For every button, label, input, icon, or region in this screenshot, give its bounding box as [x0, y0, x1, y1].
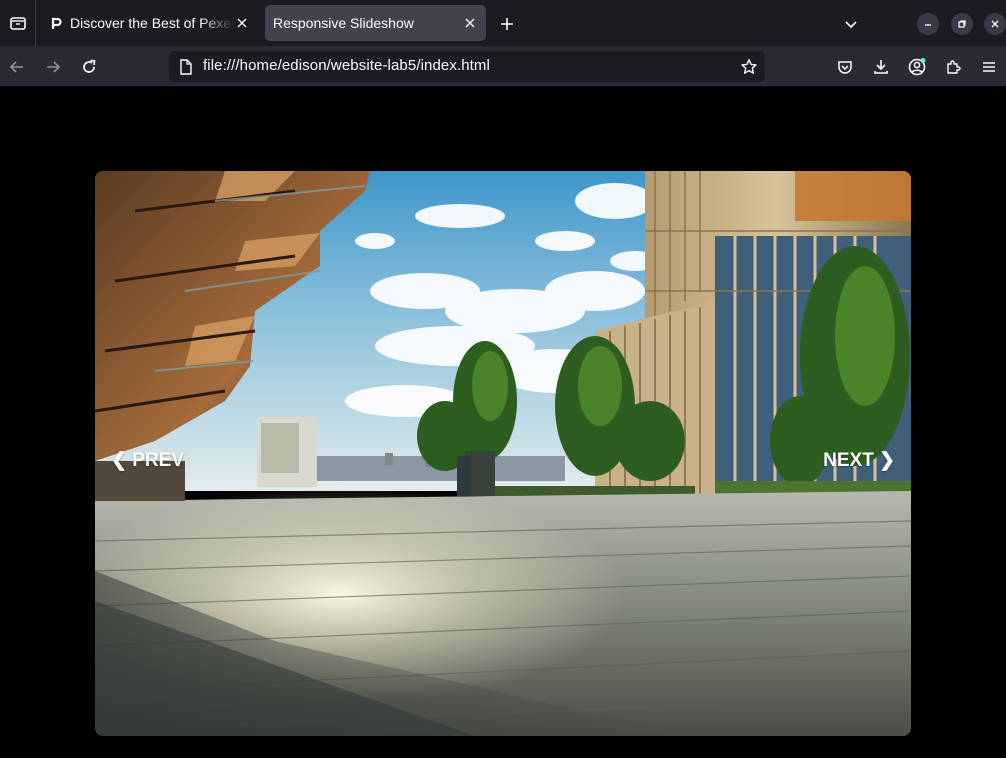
back-button[interactable]: [3, 53, 31, 81]
minimize-button[interactable]: [917, 13, 939, 35]
extensions-icon: [947, 60, 961, 74]
page-icon: [177, 58, 195, 76]
minimize-icon: [925, 24, 931, 26]
close-icon: [237, 18, 247, 28]
page-viewport: ❮ PREV NEXT ❯: [0, 87, 1006, 758]
tab-responsive-slideshow[interactable]: Responsive Slideshow: [265, 5, 486, 41]
downloads-button[interactable]: [867, 53, 895, 81]
close-icon: [991, 20, 999, 28]
tab-bar: Discover the Best of Pexels Responsive S…: [0, 0, 1006, 46]
new-tab-button[interactable]: [494, 11, 520, 37]
prev-slide-button[interactable]: ❮ PREV: [111, 449, 184, 472]
app-menu-button[interactable]: [975, 53, 1003, 81]
extensions-button[interactable]: [939, 53, 967, 81]
slideshow-container: ❮ PREV NEXT ❯: [95, 171, 911, 736]
tab-overview-icon: [9, 17, 26, 30]
address-bar[interactable]: file:///home/edison/website-lab5/index.h…: [169, 51, 765, 82]
bookmark-star-button[interactable]: [739, 57, 759, 77]
slide-image: [95, 171, 911, 736]
reload-icon: [83, 59, 96, 73]
tab-title: Responsive Slideshow: [273, 15, 414, 31]
close-icon: [465, 18, 475, 28]
chevron-down-icon: [845, 21, 857, 29]
close-tab-button[interactable]: [462, 15, 478, 31]
bookmark-star-icon: [741, 59, 757, 74]
account-button[interactable]: [903, 53, 931, 81]
forward-button[interactable]: [39, 53, 67, 81]
forward-icon: [47, 61, 61, 73]
navigation-toolbar: file:///home/edison/website-lab5/index.h…: [0, 46, 1006, 87]
tab-title: Discover the Best of Pexels: [70, 15, 234, 31]
downloads-icon: [874, 60, 888, 74]
list-all-tabs-button[interactable]: [838, 11, 864, 37]
plus-icon: [501, 18, 513, 30]
close-window-button[interactable]: [984, 13, 1006, 35]
restore-button[interactable]: [951, 13, 973, 35]
back-icon: [9, 61, 23, 73]
tab-overview-button[interactable]: [0, 0, 36, 46]
reload-button[interactable]: [75, 53, 103, 81]
restore-icon: [958, 20, 966, 28]
pexels-logo-icon: [51, 17, 62, 29]
pocket-icon: [838, 61, 852, 74]
url-text[interactable]: file:///home/edison/website-lab5/index.h…: [203, 57, 490, 74]
pocket-button[interactable]: [831, 53, 859, 81]
account-icon: [908, 58, 926, 76]
close-tab-button[interactable]: [234, 15, 250, 31]
tab-pexels[interactable]: Discover the Best of Pexels: [40, 5, 258, 41]
next-slide-button[interactable]: NEXT ❯: [823, 449, 895, 472]
menu-icon: [983, 62, 995, 72]
